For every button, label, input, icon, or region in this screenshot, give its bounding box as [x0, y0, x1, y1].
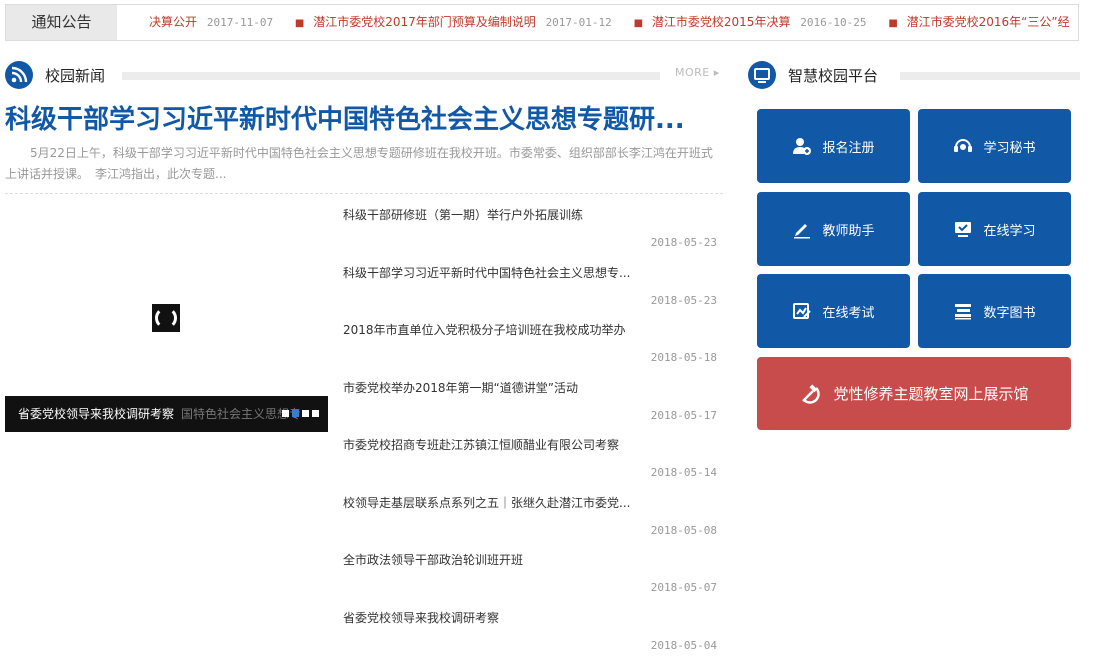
headline-link[interactable]: 科级干部学习习近平新时代中国特色社会主义思想专题研... [5, 102, 720, 138]
user-add-icon [792, 136, 812, 156]
notice-item[interactable]: ■ 潜江市委党校2016年“三公”经费 [888, 5, 1070, 40]
notice-item-title[interactable]: 潜江市委党校2017年部门预算及编制说明 [313, 15, 536, 29]
more-link[interactable]: MORE ▸ [675, 66, 720, 79]
news-title[interactable]: 全市政法领导干部政治轮训班开班 [343, 551, 648, 568]
headline-summary: 5月22日上午，科级干部学习习近平新时代中国特色社会主义思想专题研修班在我校开班… [5, 143, 719, 185]
loading-spinner-icon [152, 304, 180, 332]
notice-item[interactable]: 决算公开 2017-11-07 [149, 5, 273, 40]
tile-online-learning[interactable]: 在线学习 [918, 192, 1071, 266]
notice-item-title[interactable]: 潜江市委党校2015年决算 [652, 15, 791, 29]
notice-item-title[interactable]: 潜江市委党校2016年“三公”经费 [907, 15, 1070, 29]
news-title[interactable]: 科级干部研修班（第一期）举行户外拓展训练 [343, 206, 648, 223]
list-item[interactable]: 2018年市直单位入党积极分子培训班在我校成功举办 2018-05-18 [343, 318, 719, 376]
tile-online-exam[interactable]: 在线考试 [757, 274, 910, 348]
bullet-icon: ■ [295, 18, 304, 29]
list-item[interactable]: 科级干部研修班（第一期）举行户外拓展训练 2018-05-23 [343, 203, 719, 261]
tile-teacher-assistant[interactable]: 教师助手 [757, 192, 910, 266]
banner-label[interactable]: 党性修养主题教室网上展示馆 [833, 383, 1028, 404]
slideshow-pager [279, 410, 319, 429]
news-date: 2018-05-18 [651, 351, 717, 364]
news-date: 2018-05-14 [651, 466, 717, 479]
tile-study-secretary[interactable]: 学习秘书 [918, 109, 1071, 183]
news-title[interactable]: 省委党校领导来我校调研考察 [343, 609, 648, 626]
chevron-right-icon: ▸ [714, 66, 720, 79]
slide-dot[interactable] [302, 410, 309, 417]
news-date: 2018-05-23 [651, 294, 717, 307]
party-showcase-banner[interactable]: 党性修养主题教室网上展示馆 [757, 357, 1071, 430]
monitor-check-icon [953, 219, 973, 239]
bookshelf-icon [953, 301, 973, 321]
slideshow-caption[interactable]: 省委党校领导来我校调研考察 [18, 396, 174, 432]
tile-label[interactable]: 数字图书 [983, 302, 1035, 321]
notice-item[interactable]: ■ 潜江市委党校2017年部门预算及编制说明 2017-01-12 [295, 5, 612, 40]
hammer-sickle-icon [799, 383, 821, 405]
slide-dot[interactable] [292, 410, 299, 417]
news-slideshow[interactable]: 国特色社会主义思想专 省委党校领导来我校调研考察 [5, 205, 328, 433]
notice-item-date: 2016-10-25 [800, 16, 866, 29]
exam-icon [792, 301, 812, 321]
tile-label[interactable]: 教师助手 [822, 220, 874, 239]
platform-header: 智慧校园平台 [748, 61, 1080, 91]
notice-bar: 通知公告 决算公开 2017-11-07 ■ 潜江市委党校2017年部门预算及编… [5, 4, 1079, 41]
notice-label: 通知公告 [6, 5, 117, 40]
slide-dot[interactable] [282, 410, 289, 417]
notice-item-date: 2017-01-12 [546, 16, 612, 29]
notice-ticker: 决算公开 2017-11-07 ■ 潜江市委党校2017年部门预算及编制说明 2… [149, 5, 1070, 40]
headset-icon [953, 136, 973, 156]
slide-dot[interactable] [312, 410, 319, 417]
list-item[interactable]: 校领导走基层联系点系列之五｜张继久赴潜江市委党... 2018-05-08 [343, 491, 719, 549]
section-divider [900, 72, 1080, 80]
news-title[interactable]: 市委党校举办2018年第一期“道德讲堂”活动 [343, 379, 648, 396]
monitor-icon [748, 61, 776, 89]
news-title[interactable]: 校领导走基层联系点系列之五｜张继久赴潜江市委党... [343, 494, 648, 511]
list-item[interactable]: 省委党校领导来我校调研考察 2018-05-04 [343, 606, 719, 663]
tile-register[interactable]: 报名注册 [757, 109, 910, 183]
section-title: 智慧校园平台 [788, 65, 878, 86]
tile-label[interactable]: 在线学习 [983, 220, 1035, 239]
news-date: 2018-05-04 [651, 639, 717, 652]
more-label[interactable]: MORE [675, 66, 710, 79]
dashed-divider [5, 193, 723, 194]
news-title[interactable]: 2018年市直单位入党积极分子培训班在我校成功举办 [343, 321, 648, 338]
tile-digital-library[interactable]: 数字图书 [918, 274, 1071, 348]
tile-label[interactable]: 报名注册 [822, 137, 874, 156]
bullet-icon: ■ [888, 18, 897, 29]
list-item[interactable]: 全市政法领导干部政治轮训班开班 2018-05-07 [343, 548, 719, 606]
rss-icon [5, 61, 33, 89]
notice-item[interactable]: ■ 潜江市委党校2015年决算 2016-10-25 [634, 5, 867, 40]
campus-news-header: 校园新闻 MORE ▸ [5, 61, 723, 91]
section-divider [122, 72, 660, 80]
list-item[interactable]: 科级干部学习习近平新时代中国特色社会主义思想专... 2018-05-23 [343, 261, 719, 319]
news-title[interactable]: 科级干部学习习近平新时代中国特色社会主义思想专... [343, 264, 648, 281]
news-title[interactable]: 市委党校招商专班赴江苏镇江恒顺醋业有限公司考察 [343, 436, 648, 453]
news-date: 2018-05-08 [651, 524, 717, 537]
news-date: 2018-05-23 [651, 236, 717, 249]
notice-item-date: 2017-11-07 [207, 16, 273, 29]
news-list: 科级干部研修班（第一期）举行户外拓展训练 2018-05-23 科级干部学习习近… [343, 203, 719, 663]
news-date: 2018-05-07 [651, 581, 717, 594]
tile-label[interactable]: 学习秘书 [983, 137, 1035, 156]
list-item[interactable]: 市委党校招商专班赴江苏镇江恒顺醋业有限公司考察 2018-05-14 [343, 433, 719, 491]
section-title: 校园新闻 [45, 65, 105, 86]
slideshow-caption-bar: 国特色社会主义思想专 省委党校领导来我校调研考察 [5, 396, 328, 432]
list-item[interactable]: 市委党校举办2018年第一期“道德讲堂”活动 2018-05-17 [343, 376, 719, 434]
notice-item-title[interactable]: 决算公开 [149, 15, 197, 29]
pencil-icon [792, 219, 812, 239]
bullet-icon: ■ [634, 18, 643, 29]
news-date: 2018-05-17 [651, 409, 717, 422]
tile-label[interactable]: 在线考试 [822, 302, 874, 321]
